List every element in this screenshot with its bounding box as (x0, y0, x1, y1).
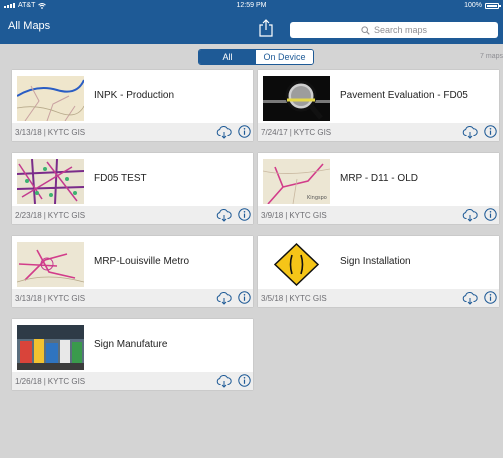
info-icon[interactable] (484, 208, 497, 221)
map-card[interactable]: Sign Installation 3/5/18 | KYTC GIS (258, 236, 499, 307)
search-icon (361, 25, 370, 35)
map-thumbnail (17, 76, 84, 121)
map-meta: 7/24/17 | KYTC GIS (261, 128, 332, 137)
page-title: All Maps (8, 20, 51, 32)
map-card[interactable]: FD05 TEST 2/23/18 | KYTC GIS (12, 153, 253, 224)
map-meta: 3/13/18 | KYTC GIS (15, 128, 86, 137)
map-meta: 3/9/18 | KYTC GIS (261, 211, 327, 220)
map-owner: KYTC GIS (47, 377, 86, 386)
map-date: 2/23/18 (15, 211, 42, 220)
map-title: FD05 TEST (94, 173, 147, 184)
map-meta: 1/26/18 | KYTC GIS (15, 377, 86, 386)
svg-text:Kingspo: Kingspo (307, 195, 327, 201)
map-owner: KYTC GIS (293, 128, 332, 137)
map-owner: KYTC GIS (47, 211, 86, 220)
map-title: Pavement Evaluation - FD05 (340, 90, 468, 101)
clock: 12:59 PM (236, 2, 267, 9)
map-card-footer: 3/13/18 | KYTC GIS (12, 123, 253, 141)
cloud-download-icon[interactable] (216, 291, 232, 305)
cloud-download-icon[interactable] (216, 208, 232, 222)
map-thumbnail (263, 242, 330, 287)
share-button[interactable] (258, 18, 274, 38)
map-card-footer: 1/26/18 | KYTC GIS (12, 372, 253, 390)
map-date: 3/13/18 (15, 294, 42, 303)
map-meta: 3/5/18 | KYTC GIS (261, 294, 327, 303)
filter-segmented-control: All On Device (198, 49, 314, 65)
map-owner: KYTC GIS (289, 211, 327, 220)
map-meta: 2/23/18 | KYTC GIS (15, 211, 86, 220)
map-thumbnail (263, 76, 330, 121)
cloud-download-icon[interactable] (216, 374, 232, 388)
cloud-download-icon[interactable] (462, 208, 478, 222)
map-owner: KYTC GIS (47, 128, 86, 137)
map-owner: KYTC GIS (47, 294, 86, 303)
map-card[interactable]: Pavement Evaluation - FD05 7/24/17 | KYTC … (258, 70, 499, 141)
segment-on-device[interactable]: On Device (256, 50, 313, 64)
info-icon[interactable] (484, 291, 497, 304)
battery-icon (485, 2, 501, 9)
map-title: Sign Installation (340, 256, 411, 267)
cloud-download-icon[interactable] (462, 125, 478, 139)
map-card[interactable]: Kingspo MRP - D11 - OLD 3/9/18 | KYTC GIS (258, 153, 499, 224)
map-meta: 3/13/18 | KYTC GIS (15, 294, 86, 303)
map-title: Sign Manufature (94, 339, 168, 350)
map-card[interactable]: INPK - Production 3/13/18 | KYTC GIS (12, 70, 253, 141)
nav-bar: All Maps Search maps (0, 12, 503, 44)
map-card-footer: 7/24/17 | KYTC GIS (258, 123, 499, 141)
info-icon[interactable] (238, 208, 251, 221)
map-title: MRP - D11 - OLD (340, 173, 418, 184)
cloud-download-icon[interactable] (462, 291, 478, 305)
cloud-download-icon[interactable] (216, 125, 232, 139)
share-icon (259, 19, 273, 37)
battery: 100% (464, 2, 501, 9)
search-input[interactable]: Search maps (290, 22, 498, 38)
info-icon[interactable] (484, 125, 497, 138)
map-card-footer: 3/5/18 | KYTC GIS (258, 289, 499, 307)
map-title: INPK - Production (94, 90, 175, 101)
map-date: 1/26/18 (15, 377, 42, 386)
map-thumbnail (17, 159, 84, 204)
search-placeholder: Search maps (373, 25, 428, 35)
map-card-footer: 2/23/18 | KYTC GIS (12, 206, 253, 224)
map-date: 3/9/18 (261, 211, 284, 220)
info-icon[interactable] (238, 374, 251, 387)
map-date: 3/13/18 (15, 128, 42, 137)
map-card[interactable]: Sign Manufature 1/26/18 | KYTC GIS (12, 319, 253, 390)
map-thumbnail (17, 242, 84, 287)
map-owner: KYTC GIS (289, 294, 327, 303)
map-date: 3/5/18 (261, 294, 284, 303)
map-card-footer: 3/9/18 | KYTC GIS (258, 206, 499, 224)
info-icon[interactable] (238, 291, 251, 304)
map-date: 7/24/17 (261, 128, 288, 137)
map-thumbnail: Kingspo (263, 159, 330, 204)
map-thumbnail (17, 325, 84, 370)
segment-all[interactable]: All (199, 50, 256, 64)
battery-percent: 100% (464, 2, 482, 9)
info-icon[interactable] (238, 125, 251, 138)
map-card[interactable]: MRP-Louisville Metro 3/13/18 | KYTC GIS (12, 236, 253, 307)
status-bar: AT&T 12:59 PM 100% (0, 0, 503, 12)
map-card-footer: 3/13/18 | KYTC GIS (12, 289, 253, 307)
map-title: MRP-Louisville Metro (94, 256, 190, 267)
maps-count: 7 maps (480, 53, 503, 60)
